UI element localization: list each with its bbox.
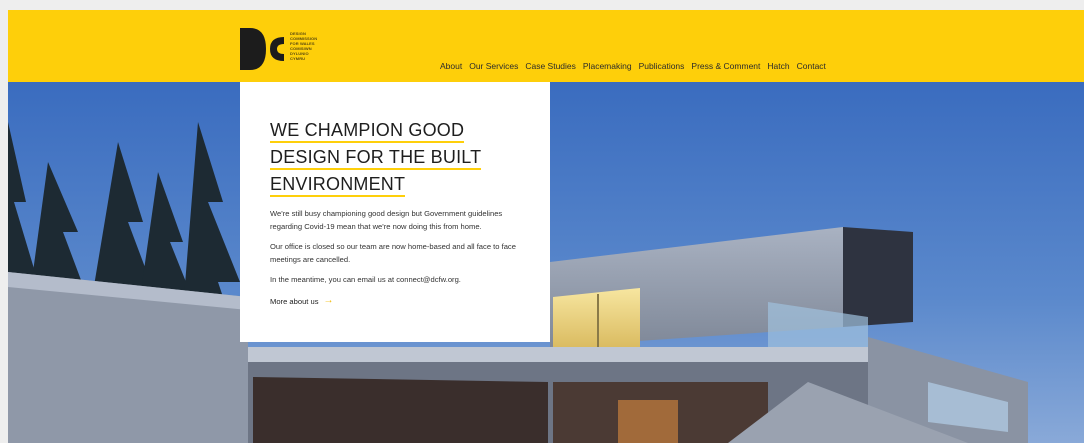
hero-heading: WE CHAMPION GOOD DESIGN FOR THE BUILT EN…: [270, 118, 550, 199]
main-nav: About Our Services Case Studies Placemak…: [440, 61, 826, 71]
hero-heading-line: ENVIRONMENT: [270, 174, 406, 197]
hero-paragraph-email: In the meantime, you can email us at con…: [270, 275, 461, 284]
site-header: DESIGN COMMISSION FOR WALES COMISIWN DYL…: [8, 10, 1084, 82]
hero-card: WE CHAMPION GOOD DESIGN FOR THE BUILT EN…: [240, 82, 550, 342]
site-logo[interactable]: DESIGN COMMISSION FOR WALES COMISIWN DYL…: [240, 28, 330, 72]
nav-item-placemaking[interactable]: Placemaking: [583, 61, 632, 71]
nav-item-hatch[interactable]: Hatch: [767, 61, 789, 71]
hero-heading-line: DESIGN FOR THE BUILT: [270, 147, 482, 170]
nav-item-contact[interactable]: Contact: [797, 61, 826, 71]
more-about-us-link[interactable]: More about us →: [270, 295, 334, 306]
lit-window: [553, 288, 640, 352]
nav-item-case-studies[interactable]: Case Studies: [525, 61, 576, 71]
nav-item-press-comment[interactable]: Press & Comment: [691, 61, 760, 71]
more-about-us-label: More about us: [270, 296, 319, 306]
logo-line: CYMRU: [290, 56, 306, 61]
dc-logo-icon: [240, 28, 284, 70]
arrow-right-icon: →: [323, 295, 334, 306]
nav-item-about[interactable]: About: [440, 61, 462, 71]
hero-paragraph-covid: We're still busy championing good design…: [270, 209, 503, 231]
nav-item-our-services[interactable]: Our Services: [469, 61, 518, 71]
hero-paragraph-office: Our office is closed so our team are now…: [270, 242, 516, 264]
garage-opening: [253, 377, 548, 443]
nav-item-publications[interactable]: Publications: [639, 61, 685, 71]
hero-heading-line: WE CHAMPION GOOD: [270, 120, 465, 143]
logo-wordmark: DESIGN COMMISSION FOR WALES COMISIWN DYL…: [290, 31, 334, 61]
browser-viewport: DESIGN COMMISSION FOR WALES COMISIWN DYL…: [8, 10, 1084, 443]
